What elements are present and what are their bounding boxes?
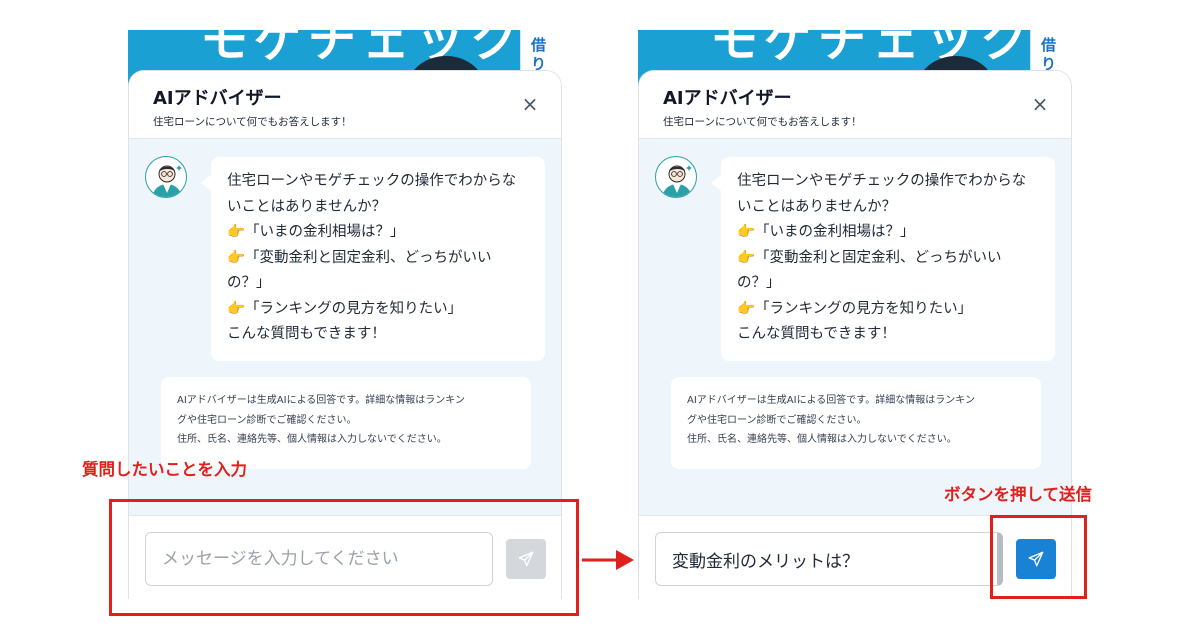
- greeting-line: こんな質問もできます！: [737, 326, 896, 342]
- greeting-line: 住宅ローンやモゲチェックの操作でわからな: [227, 173, 517, 189]
- step2-highlight-box: [990, 515, 1087, 599]
- greeting-line: の？」: [737, 275, 781, 291]
- greeting-suggestion: 👉「ランキングの見方を知りたい」: [737, 300, 973, 317]
- message-input[interactable]: [655, 532, 1003, 586]
- greeting-line: いことはありませんか？: [737, 198, 897, 215]
- advisor-avatar-icon: [655, 156, 697, 198]
- greeting-line: こんな質問もできます！: [227, 326, 386, 342]
- greeting-suggestion: 👉「変動金利と固定金利、どっちがいい: [737, 249, 1002, 266]
- close-icon[interactable]: ×: [521, 94, 539, 114]
- arrow-right-icon: [582, 550, 634, 570]
- greeting-suggestion: 👉「ランキングの見方を知りたい」: [227, 300, 463, 317]
- chat-subtitle: 住宅ローンについて何でもお答えします！: [663, 116, 862, 128]
- greeting-message: 住宅ローンやモゲチェックの操作でわからな いことはありませんか？ 👉「いまの金利…: [711, 157, 1055, 361]
- step1-annotation-label: 質問したいことを入力: [82, 460, 247, 479]
- step1-highlight-box: [109, 499, 579, 616]
- close-icon[interactable]: ×: [1031, 94, 1049, 114]
- bubble-tail: [711, 175, 721, 191]
- banner-side-text: 借り: [531, 36, 547, 73]
- banner-lettering: モゲチェック: [200, 30, 525, 68]
- chat-widget-right: モゲチェック 借り AIアドバイザー 住宅ローンについて何でもお答えします！ ×: [638, 30, 1072, 599]
- chat-subtitle: 住宅ローンについて何でもお答えします！: [153, 116, 352, 128]
- notice-line: グや住宅ローン診断でご確認ください。: [687, 414, 867, 426]
- greeting-message: 住宅ローンやモゲチェックの操作でわからな いことはありませんか？ 👉「いまの金利…: [201, 157, 545, 361]
- bubble-tail: [201, 175, 211, 191]
- chat-header: AIアドバイザー 住宅ローンについて何でもお答えします！ ×: [639, 71, 1071, 139]
- notice-line: AIアドバイザーは生成AIによる回答です。詳細な情報はランキン: [177, 395, 465, 406]
- chat-title: AIアドバイザー: [663, 88, 792, 109]
- banner-lettering: モゲチェック: [710, 30, 1035, 68]
- notice-line: AIアドバイザーは生成AIによる回答です。詳細な情報はランキン: [687, 395, 975, 406]
- notice-line: 住所、氏名、連絡先等、個人情報は入力しないでください。: [687, 434, 957, 445]
- chat-messages: 住宅ローンやモゲチェックの操作でわからな いことはありませんか？ 👉「いまの金利…: [639, 139, 1071, 515]
- greeting-line: いことはありませんか？: [227, 198, 387, 215]
- greeting-suggestion: 👉「いまの金利相場は？」: [227, 224, 405, 240]
- notice-line: グや住宅ローン診断でご確認ください。: [177, 414, 357, 426]
- greeting-line: 住宅ローンやモゲチェックの操作でわからな: [737, 173, 1027, 189]
- advisor-avatar-icon: [145, 156, 187, 198]
- step2-annotation-label: ボタンを押して送信: [944, 485, 1093, 504]
- banner-side-text: 借り: [1041, 36, 1057, 73]
- disclaimer-notice: AIアドバイザーは生成AIによる回答です。詳細な情報はランキン グや住宅ローン診…: [671, 377, 1041, 469]
- greeting-line: の？」: [227, 275, 271, 291]
- chat-title: AIアドバイザー: [153, 88, 282, 109]
- greeting-suggestion: 👉「いまの金利相場は？」: [737, 224, 915, 240]
- greeting-suggestion: 👉「変動金利と固定金利、どっちがいい: [227, 249, 492, 266]
- chat-header: AIアドバイザー 住宅ローンについて何でもお答えします！ ×: [129, 71, 561, 139]
- notice-line: 住所、氏名、連絡先等、個人情報は入力しないでください。: [177, 434, 447, 445]
